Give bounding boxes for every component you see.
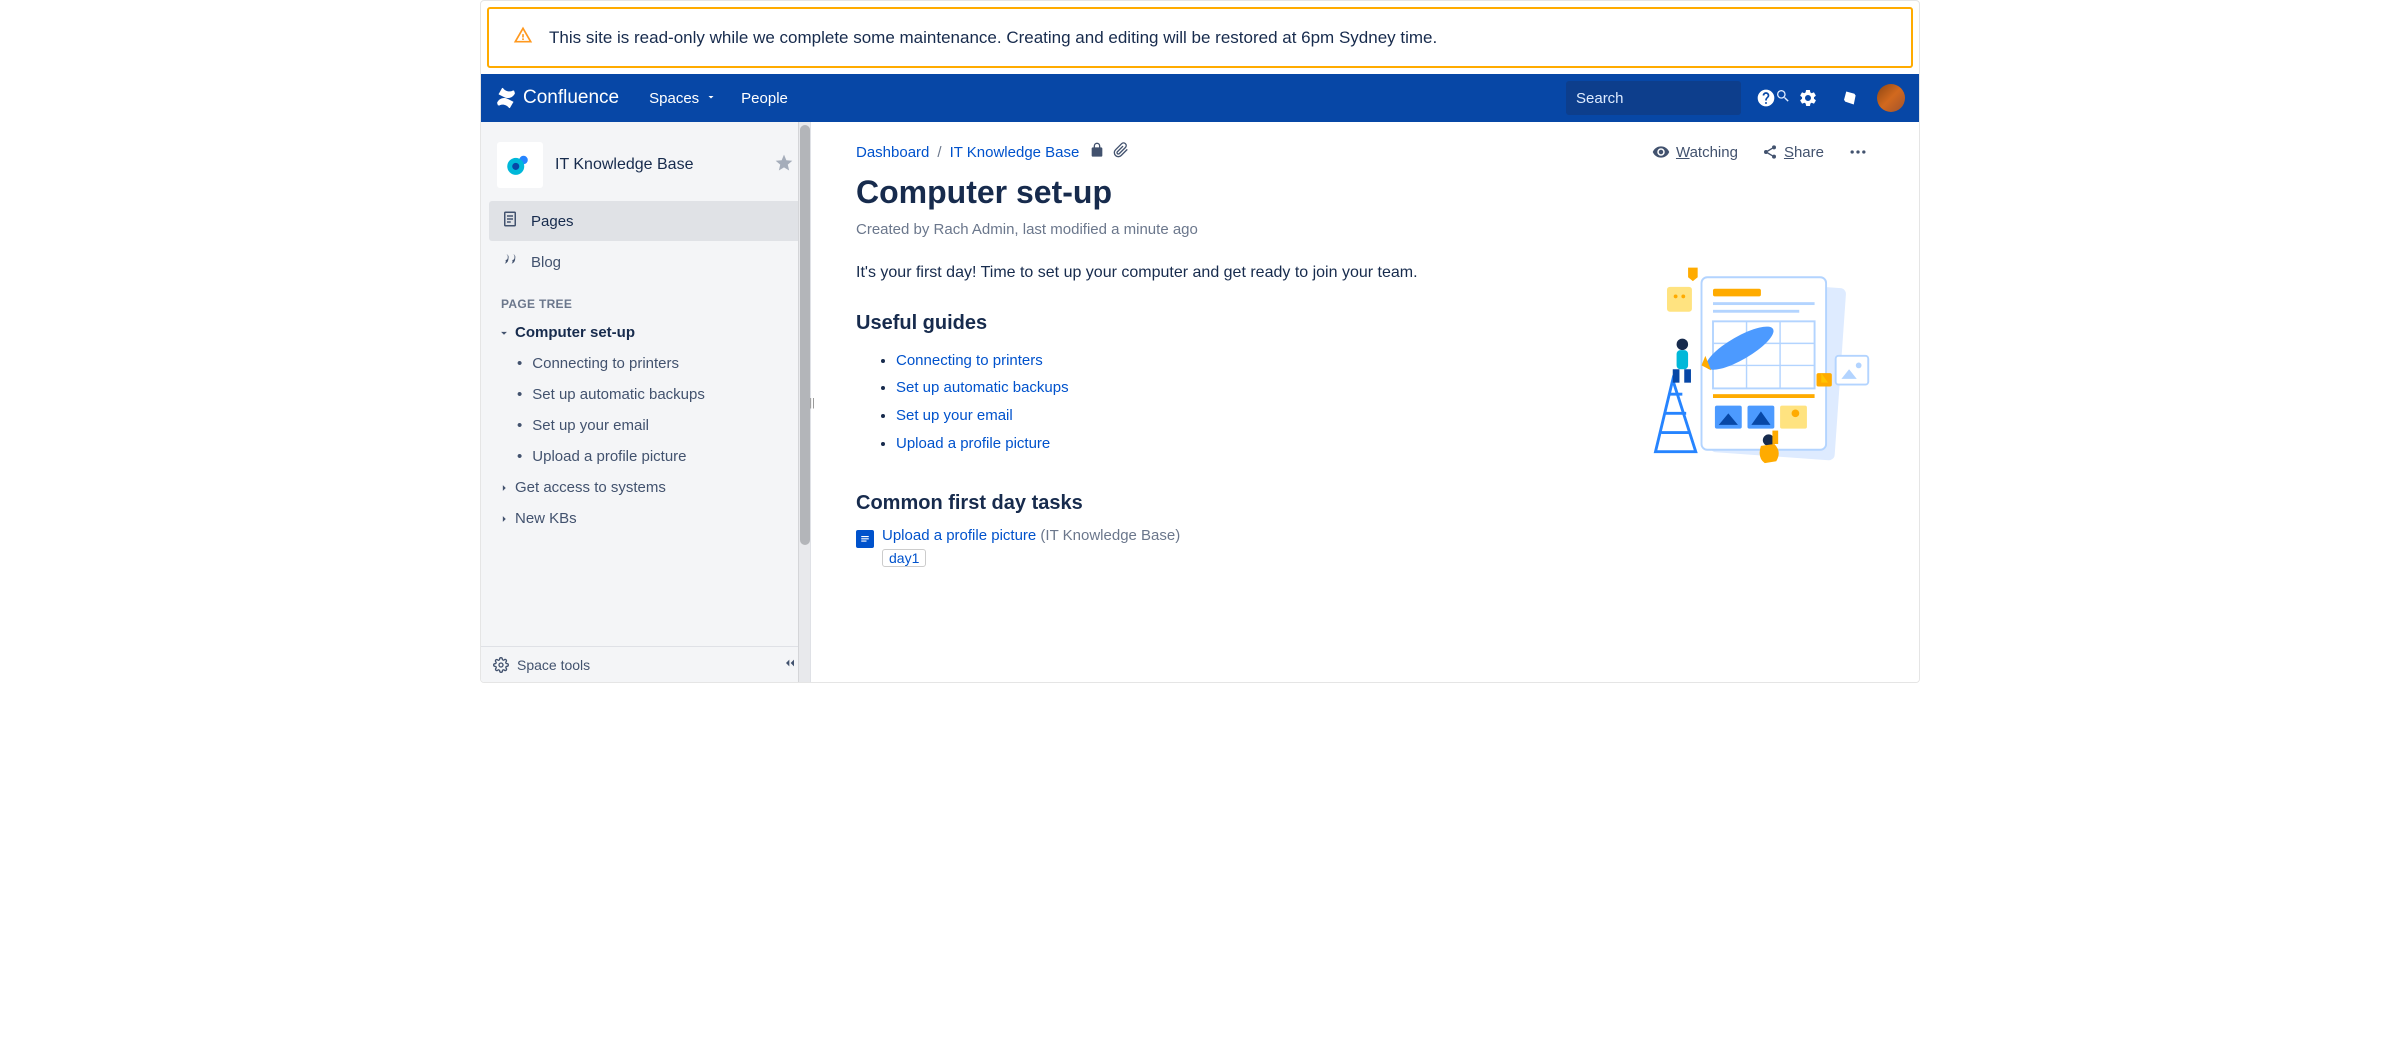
nav-spaces-label: Spaces — [649, 90, 699, 107]
sidebar-pages[interactable]: Pages — [489, 201, 802, 241]
sidebar-blog-label: Blog — [531, 254, 561, 271]
collapse-sidebar-icon[interactable] — [782, 655, 798, 674]
space-header: IT Knowledge Base — [489, 130, 802, 200]
tree-child-profile-picture[interactable]: • Upload a profile picture — [489, 441, 802, 472]
tree-child-connecting-printers[interactable]: • Connecting to printers — [489, 348, 802, 379]
illustration — [1644, 260, 1874, 568]
watching-button[interactable]: Watching — [1652, 143, 1738, 161]
sidebar-scrollbar[interactable] — [798, 122, 810, 682]
bullet-icon: • — [517, 355, 522, 372]
breadcrumb: Dashboard / IT Knowledge Base — [856, 142, 1129, 162]
watching-label: Watching — [1676, 144, 1738, 161]
page-title: Computer set-up — [856, 174, 1874, 211]
guide-link-printers[interactable]: Connecting to printers — [896, 352, 1043, 369]
main-content: Dashboard / IT Knowledge Base — [811, 122, 1919, 682]
nav-spaces[interactable]: Spaces — [637, 74, 729, 122]
tree-child-automatic-backups[interactable]: • Set up automatic backups — [489, 379, 802, 410]
tree-label: Computer set-up — [515, 324, 635, 341]
more-actions-button[interactable] — [1848, 142, 1874, 162]
star-icon[interactable] — [774, 153, 794, 178]
page-tree-label: PAGE TREE — [489, 283, 802, 317]
doc-icon — [856, 530, 874, 548]
notifications-icon[interactable] — [1833, 81, 1867, 115]
search-box[interactable] — [1566, 81, 1741, 115]
share-label: Share — [1784, 144, 1824, 161]
task-link[interactable]: Upload a profile picture — [882, 527, 1036, 544]
blog-icon — [501, 251, 519, 273]
tree-label: Get access to systems — [515, 479, 666, 496]
sidebar-footer: Space tools — [481, 646, 810, 682]
chevron-right-icon[interactable] — [497, 512, 515, 526]
guide-link-profile-picture[interactable]: Upload a profile picture — [896, 435, 1050, 452]
eye-icon — [1652, 143, 1670, 161]
top-nav: Confluence Spaces People — [481, 74, 1919, 122]
tree-node-new-kbs[interactable]: New KBs — [489, 503, 802, 534]
task-row: Upload a profile picture (IT Knowledge B… — [856, 527, 1604, 568]
tree-label: Connecting to printers — [532, 355, 679, 372]
guide-link-backups[interactable]: Set up automatic backups — [896, 379, 1069, 396]
pages-icon — [501, 210, 519, 232]
tree-label: New KBs — [515, 510, 577, 527]
share-icon — [1762, 144, 1778, 160]
sidebar: IT Knowledge Base Pages Blog — [481, 122, 811, 682]
sidebar-pages-label: Pages — [531, 213, 574, 230]
avatar[interactable] — [1877, 84, 1905, 112]
nav-people-label: People — [741, 90, 788, 107]
share-button[interactable]: Share — [1762, 144, 1824, 161]
attachments-icon[interactable] — [1113, 142, 1129, 162]
space-title[interactable]: IT Knowledge Base — [555, 156, 774, 174]
gear-icon — [493, 657, 509, 673]
guides-list: Connecting to printers Set up automatic … — [856, 347, 1604, 458]
tree-label: Upload a profile picture — [532, 448, 686, 465]
space-logo[interactable] — [497, 142, 543, 188]
chevron-down-icon[interactable] — [497, 326, 515, 340]
page-header: Dashboard / IT Knowledge Base — [856, 142, 1874, 162]
space-tools-button[interactable]: Space tools — [493, 657, 590, 673]
scrollbar-thumb[interactable] — [800, 125, 810, 545]
guide-link-email[interactable]: Set up your email — [896, 407, 1013, 424]
brand-label: Confluence — [523, 87, 619, 109]
warning-icon — [513, 25, 533, 50]
help-icon[interactable] — [1749, 81, 1783, 115]
search-input[interactable] — [1576, 90, 1775, 107]
useful-guides-heading: Useful guides — [856, 312, 1604, 335]
space-tools-label: Space tools — [517, 657, 590, 673]
chevron-right-icon[interactable] — [497, 481, 515, 495]
page-meta: Created by Rach Admin, last modified a m… — [856, 221, 1874, 238]
tree-node-get-access[interactable]: Get access to systems — [489, 472, 802, 503]
breadcrumb-sep: / — [937, 144, 941, 161]
maintenance-banner: This site is read-only while we complete… — [487, 7, 1913, 68]
bullet-icon: • — [517, 386, 522, 403]
common-tasks-heading: Common first day tasks — [856, 492, 1604, 515]
chevron-down-icon — [705, 90, 717, 107]
restrictions-icon[interactable] — [1089, 142, 1105, 162]
tree-label: Set up your email — [532, 417, 649, 434]
brand-logo[interactable]: Confluence — [495, 87, 619, 109]
intro-text: It's your first day! Time to set up your… — [856, 260, 1604, 286]
bullet-icon: • — [517, 417, 522, 434]
nav-people[interactable]: People — [729, 74, 800, 122]
tree-child-setup-email[interactable]: • Set up your email — [489, 410, 802, 441]
banner-text: This site is read-only while we complete… — [549, 28, 1437, 48]
settings-icon[interactable] — [1791, 81, 1825, 115]
more-icon — [1848, 142, 1868, 162]
breadcrumb-space[interactable]: IT Knowledge Base — [950, 144, 1080, 161]
tree-label: Set up automatic backups — [532, 386, 705, 403]
tree-node-computer-setup[interactable]: Computer set-up — [489, 317, 802, 348]
breadcrumb-dashboard[interactable]: Dashboard — [856, 144, 929, 161]
sidebar-blog[interactable]: Blog — [489, 242, 802, 282]
bullet-icon: • — [517, 448, 522, 465]
task-space: (IT Knowledge Base) — [1036, 527, 1180, 544]
task-tag[interactable]: day1 — [882, 549, 926, 567]
